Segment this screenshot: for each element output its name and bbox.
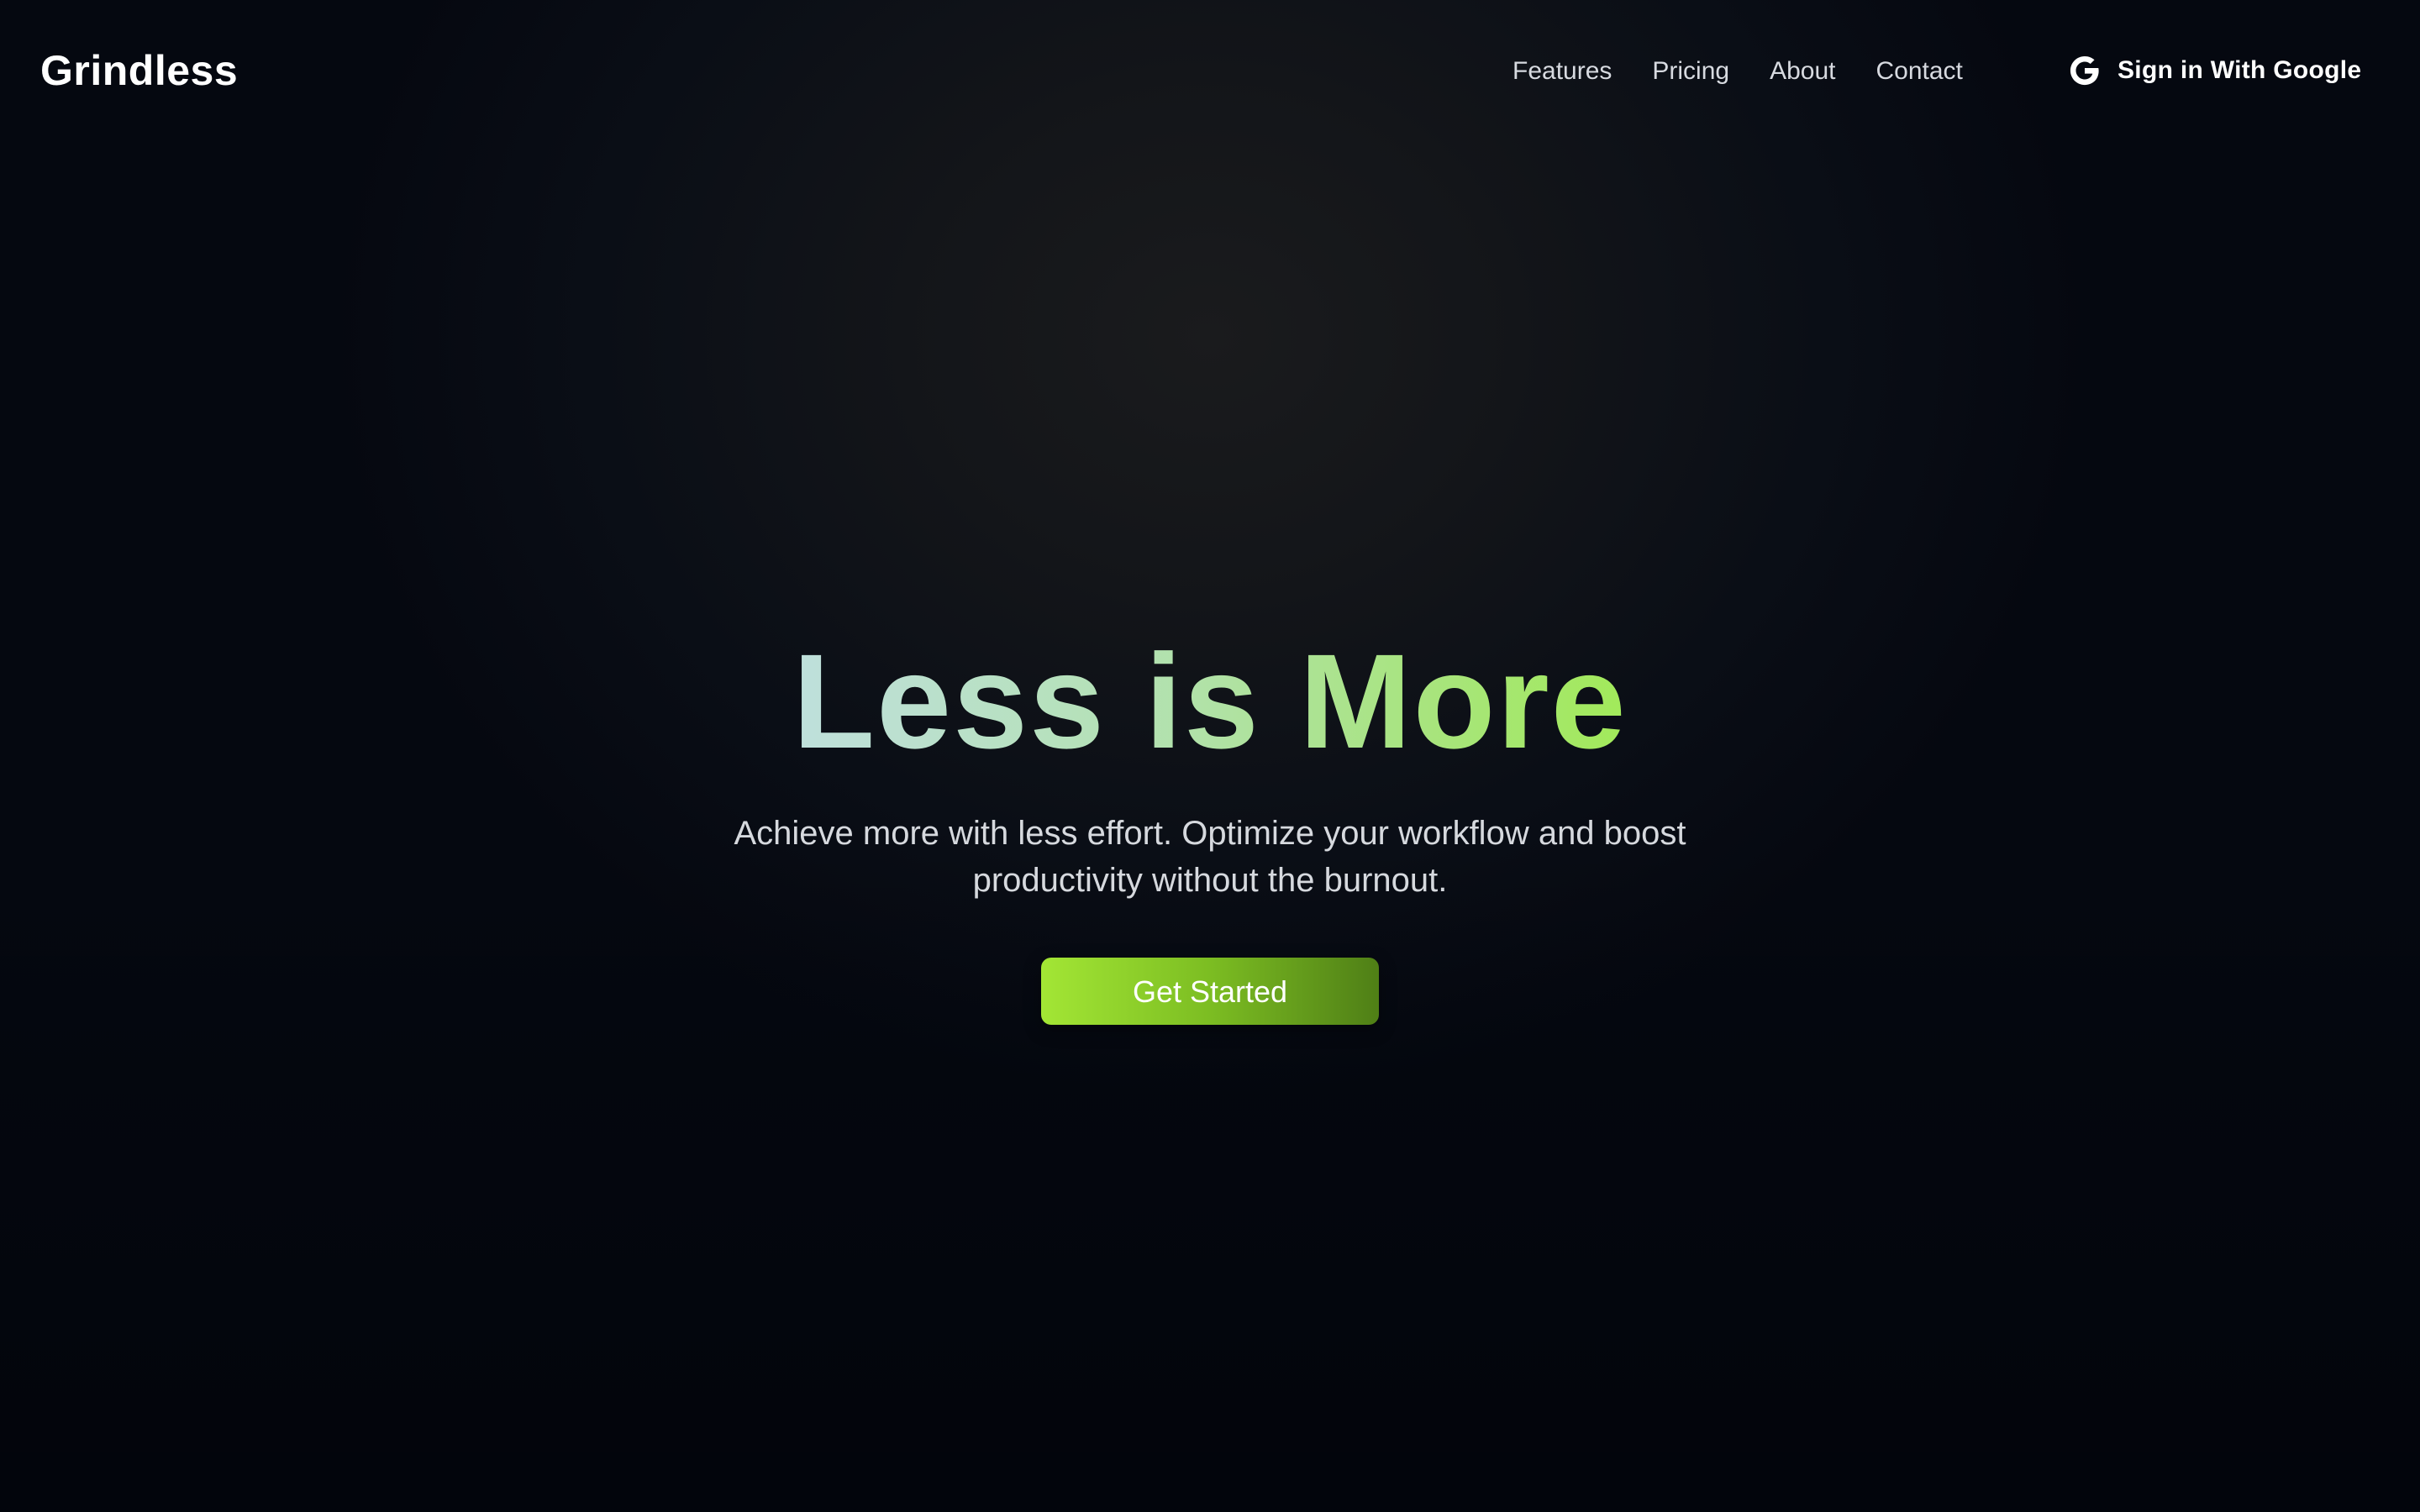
nav-links: Features Pricing About Contact — [1512, 50, 2003, 92]
hero-section: Less is More Achieve more with less effo… — [0, 622, 2420, 1025]
nav-link-features[interactable]: Features — [1512, 50, 1612, 92]
hero-title: Less is More — [792, 622, 1627, 781]
nav-link-pricing[interactable]: Pricing — [1652, 50, 1729, 92]
nav-link-about[interactable]: About — [1770, 50, 1835, 92]
hero-subtitle: Achieve more with less effort. Optimize … — [734, 815, 1686, 899]
nav-link-contact[interactable]: Contact — [1876, 50, 1963, 92]
landing-page: Grindless Features Pricing About Contact… — [0, 0, 2420, 1512]
top-navbar: Grindless Features Pricing About Contact… — [0, 0, 2420, 141]
google-signin-button[interactable]: Sign in With Google — [2067, 47, 2361, 94]
get-started-button[interactable]: Get Started — [1041, 958, 1379, 1025]
google-signin-label: Sign in With Google — [2118, 56, 2362, 84]
google-icon — [2067, 53, 2102, 88]
brand-logo[interactable]: Grindless — [40, 44, 238, 97]
